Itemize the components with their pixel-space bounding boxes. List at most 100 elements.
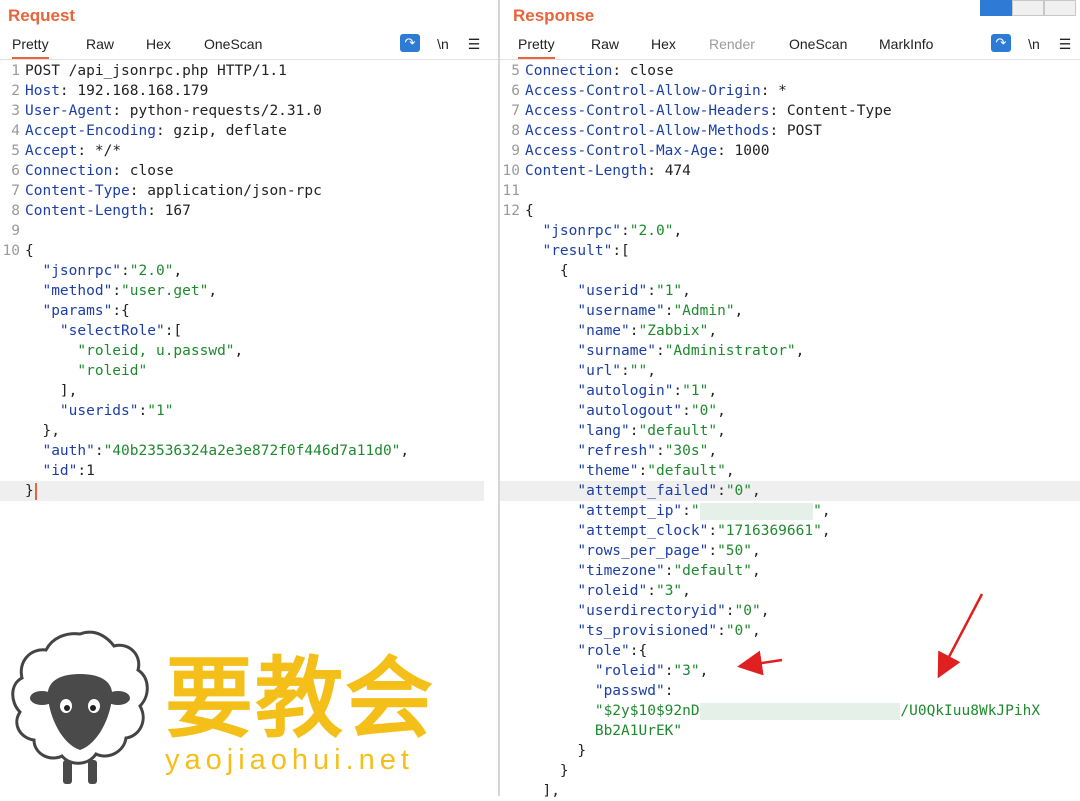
- response-tab-markinfo[interactable]: MarkInfo: [879, 33, 933, 57]
- response-code-line: Bb2A1UrEK": [500, 721, 1080, 741]
- code-text: :: [612, 63, 630, 79]
- request-code-line: 10 {: [0, 241, 484, 261]
- line-number: 4: [11, 123, 20, 139]
- code-text: ,: [682, 583, 691, 599]
- code-text: :: [682, 403, 691, 419]
- request-tab-raw[interactable]: Raw: [86, 33, 114, 57]
- json-string: "0": [725, 623, 753, 639]
- json-string: "40b23536324a2e3e872f0f446d7a11d0": [103, 443, 401, 459]
- code-text: 1000: [734, 143, 770, 159]
- watermark-brand: 要教会: [165, 647, 436, 750]
- layout-single-icon[interactable]: [1044, 0, 1076, 16]
- response-menu-icon[interactable]: ☰: [1056, 34, 1074, 54]
- json-key: Content-Length: [25, 203, 148, 219]
- redacted-block: [699, 502, 814, 520]
- code-text: Content-Type: [786, 103, 892, 119]
- json-key: "surname": [577, 343, 656, 359]
- response-editor[interactable]: 5 Connection: close 6 Access-Control-Allow-…: [500, 61, 1080, 799]
- code-text: :: [647, 163, 665, 179]
- response-code-line: "attempt_clock":"1716369661",: [500, 521, 1080, 541]
- json-string: "default": [673, 563, 753, 579]
- json-string: "2.0": [629, 223, 674, 239]
- json-key: Connection: [25, 163, 113, 179]
- response-code-line: 12 {: [500, 201, 1080, 221]
- code-text: ],: [525, 783, 560, 799]
- request-tab-onescan[interactable]: OneScan: [204, 33, 262, 57]
- json-string: ": [690, 503, 700, 519]
- layout-horizontal-icon[interactable]: [1012, 0, 1044, 16]
- json-string: ": [813, 503, 822, 519]
- json-key: Access-Control-Allow-Methods: [525, 123, 770, 139]
- code-text: close: [129, 163, 174, 179]
- response-code-line: }: [500, 761, 1080, 781]
- line-number: 11: [502, 183, 520, 199]
- line-number: 10: [2, 243, 20, 259]
- json-string: "roleid": [77, 363, 148, 379]
- request-wrap-icon[interactable]: ↷: [400, 34, 420, 52]
- response-tab-pretty[interactable]: Pretty: [518, 33, 555, 59]
- request-newline-toggle[interactable]: \n: [433, 34, 453, 54]
- json-key: "ts_provisioned": [577, 623, 718, 639]
- request-code-line: 8 Content-Length: 167: [0, 201, 484, 221]
- json-string: "2.0": [129, 263, 174, 279]
- code-text: ,: [752, 563, 761, 579]
- json-key: "attempt_failed": [577, 483, 718, 499]
- json-key: "passwd": [594, 683, 665, 699]
- request-code-line: "roleid, u.passwd",: [0, 341, 484, 361]
- code-text: :: [138, 403, 148, 419]
- code-text: :: [717, 143, 735, 159]
- response-code-line: "attempt_failed":"0",: [500, 481, 1080, 501]
- request-code-line: },: [0, 421, 484, 441]
- response-code-line: "refresh":"30s",: [500, 441, 1080, 461]
- json-string: "Admin": [673, 303, 735, 319]
- request-menu-icon[interactable]: ☰: [465, 34, 483, 54]
- code-text: *: [778, 83, 787, 99]
- response-code-line: "userdirectoryid":"0",: [500, 601, 1080, 621]
- json-key: "name": [577, 323, 630, 339]
- json-key: "id": [42, 463, 78, 479]
- request-code-line: 9: [0, 221, 484, 241]
- json-key: "result": [542, 243, 613, 259]
- json-key: "autologin": [577, 383, 674, 399]
- response-tab-raw[interactable]: Raw: [591, 33, 619, 57]
- response-tab-render[interactable]: Render: [709, 33, 755, 57]
- response-wrap-icon[interactable]: ↷: [991, 34, 1011, 52]
- request-tab-pretty[interactable]: Pretty: [12, 33, 49, 59]
- request-tab-hex[interactable]: Hex: [146, 33, 171, 57]
- response-code-line: "userid":"1",: [500, 281, 1080, 301]
- code-text: :: [112, 103, 130, 119]
- request-code-line: "userids":"1": [0, 401, 484, 421]
- response-code-line: 6 Access-Control-Allow-Origin: *: [500, 81, 1080, 101]
- code-text: ,: [821, 523, 831, 539]
- code-text: :[: [164, 323, 183, 339]
- code-text: {: [525, 203, 534, 219]
- json-string: "Administrator": [664, 343, 796, 359]
- json-string: "0": [725, 483, 753, 499]
- json-string: "user.get": [121, 283, 209, 299]
- response-code-line: "theme":"default",: [500, 461, 1080, 481]
- response-tab-hex[interactable]: Hex: [651, 33, 676, 57]
- response-code-line: "jsonrpc":"2.0",: [500, 221, 1080, 241]
- json-key: "roleid": [577, 583, 648, 599]
- response-tab-onescan[interactable]: OneScan: [789, 33, 847, 57]
- code-text: ,: [795, 343, 805, 359]
- code-text: ,: [673, 223, 683, 239]
- code-text: :: [629, 323, 639, 339]
- response-newline-toggle[interactable]: \n: [1024, 34, 1044, 54]
- line-number: 7: [11, 183, 20, 199]
- layout-split-icon[interactable]: [980, 0, 1012, 16]
- json-string: "$2y$10$92nD: [594, 703, 700, 719]
- code-text: ,: [752, 483, 761, 499]
- code-text: ,: [400, 443, 410, 459]
